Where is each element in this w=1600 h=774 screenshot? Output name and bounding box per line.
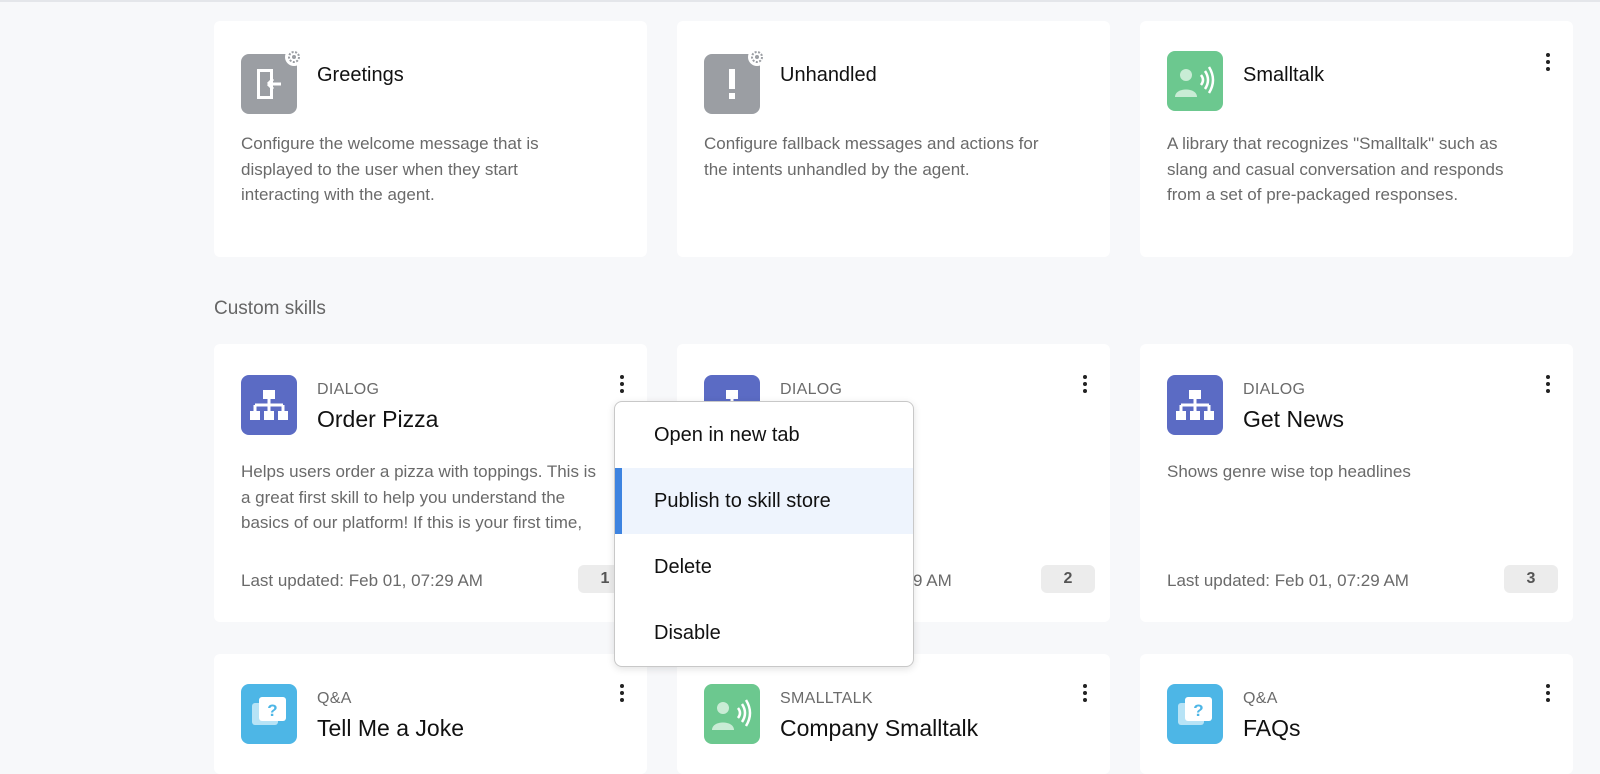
more-options-icon[interactable] — [1538, 49, 1558, 75]
skill-description: Helps users order a pizza with toppings.… — [241, 462, 596, 532]
skill-title: FAQs — [1243, 715, 1301, 741]
skill-type: SMALLTALK — [780, 690, 873, 707]
skill-title: Unhandled — [780, 64, 877, 86]
menu-item-publish[interactable]: Publish to skill store — [615, 468, 913, 534]
question-bubble-icon: ? — [1167, 684, 1223, 744]
skill-title: Company Smalltalk — [780, 715, 979, 741]
speaking-person-icon — [704, 684, 760, 744]
skill-title: Greetings — [317, 64, 404, 86]
menu-item-disable[interactable]: Disable — [615, 600, 913, 666]
skill-card-company-smalltalk[interactable]: SMALLTALK Company Smalltalk — [677, 654, 1110, 774]
more-options-icon[interactable] — [1538, 680, 1558, 706]
more-options-icon[interactable] — [1538, 371, 1558, 397]
context-menu: Open in new tab Publish to skill store D… — [614, 401, 914, 667]
menu-item-delete[interactable]: Delete — [615, 534, 913, 600]
gear-icon — [748, 48, 766, 66]
more-options-icon[interactable] — [1075, 371, 1095, 397]
skill-type: DIALOG — [780, 381, 843, 398]
skill-description: A library that recognizes "Smalltalk" su… — [1167, 134, 1504, 204]
skill-title: Tell Me a Joke — [317, 715, 465, 741]
skill-card-tell-me-a-joke[interactable]: ? Q&A Tell Me a Joke — [214, 654, 647, 774]
more-options-icon[interactable] — [1075, 680, 1095, 706]
skill-title: Order Pizza — [317, 406, 439, 432]
last-updated: Last updated: Feb 01, 07:29 AM — [241, 571, 483, 590]
question-bubble-icon: ? — [241, 684, 297, 744]
skill-type: DIALOG — [1243, 381, 1306, 398]
skill-type: DIALOG — [317, 381, 380, 398]
more-options-icon[interactable] — [612, 371, 632, 397]
door-exit-icon — [241, 48, 303, 114]
skill-title: Smalltalk — [1243, 64, 1325, 86]
skill-type: Q&A — [317, 690, 352, 707]
skill-card-greetings[interactable]: Greetings Configure the welcome message … — [214, 21, 647, 257]
last-updated: Last updated: Feb 01, 07:29 AM — [1167, 571, 1409, 590]
speaking-person-icon — [1167, 51, 1223, 111]
skill-description: Shows genre wise top headlines — [1167, 462, 1411, 481]
skill-card-get-news[interactable]: DIALOG Get News Shows genre wise top hea… — [1140, 344, 1573, 622]
skill-card-order-pizza[interactable]: DIALOG Order Pizza Helps users order a p… — [214, 344, 647, 622]
gear-icon — [285, 48, 303, 66]
section-title: Custom skills — [214, 298, 326, 319]
dialog-tree-icon — [241, 375, 297, 435]
more-options-icon[interactable] — [612, 680, 632, 706]
skill-type: Q&A — [1243, 690, 1278, 707]
dialog-tree-icon — [1167, 375, 1223, 435]
menu-item-open-new-tab[interactable]: Open in new tab — [615, 402, 913, 468]
skill-card-unhandled[interactable]: Unhandled Configure fallback messages an… — [677, 21, 1110, 257]
svg-text:?: ? — [267, 701, 277, 720]
skill-title: Get News — [1243, 406, 1344, 432]
skill-description: Configure fallback messages and actions … — [704, 134, 1039, 179]
skill-description: Configure the welcome message that is di… — [241, 134, 539, 204]
skill-card-faqs[interactable]: ? Q&A FAQs — [1140, 654, 1573, 774]
last-updated: 9 AM — [913, 571, 952, 590]
priority-badge: 3 — [1504, 565, 1558, 593]
svg-text:?: ? — [1193, 701, 1203, 720]
exclamation-icon — [704, 48, 766, 114]
skill-card-smalltalk[interactable]: Smalltalk A library that recognizes "Sma… — [1140, 21, 1573, 257]
priority-badge: 2 — [1041, 565, 1095, 593]
top-divider — [0, 0, 1600, 2]
